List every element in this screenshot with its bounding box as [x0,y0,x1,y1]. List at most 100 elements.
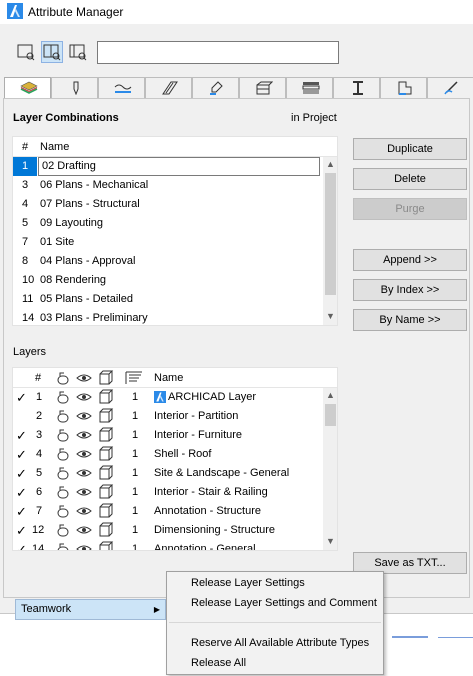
row-number: 7 [36,505,43,517]
list-item[interactable]: 11 05 Plans - Detailed [13,290,321,309]
table-row[interactable]: ✓ 5 1 Site & Landscape - General [13,464,321,483]
checkmark-icon[interactable]: ✓ [16,521,27,540]
pen-icon [73,81,79,95]
delete-button[interactable]: Delete [353,168,467,190]
intersection-group-value: 1 [132,505,139,517]
tab-composites[interactable] [286,77,333,98]
checkmark-icon[interactable]: ✓ [16,502,27,521]
tab-line-types[interactable] [98,77,145,98]
row-name-field[interactable]: 02 Drafting [38,157,320,176]
menu-item-release-layer-settings-comment[interactable]: Release Layer Settings and Comment [191,597,377,609]
mep-icon [444,81,458,95]
detail-view-icon [69,44,87,61]
wireframe-column-icon[interactable] [98,370,114,386]
layer-name: ARCHICAD Layer [168,391,257,403]
row-number: 14 [22,312,35,324]
layer-combinations-title: Layer Combinations [13,112,119,124]
table-row[interactable]: ✓ 14 1 Annotation - General [13,540,321,551]
tab-fills[interactable] [145,77,192,98]
row-number: 14 [32,543,45,551]
list-item[interactable]: 10 08 Rendering [13,271,321,290]
list-item[interactable]: 14 03 Plans - Preliminary [13,309,321,325]
column-header-number[interactable]: # [22,141,28,153]
row-number: 8 [22,255,29,267]
checkmark-icon[interactable]: ✓ [16,445,27,464]
list-item[interactable]: 5 09 Layouting [13,214,321,233]
append-button[interactable]: Append >> [353,249,467,271]
teamwork-context-menu: Release Layer Settings Release Layer Set… [166,571,384,675]
search-input[interactable] [97,41,339,64]
tab-layers[interactable] [4,77,51,99]
layer-name: Interior - Stair & Railing [154,486,268,498]
table-row[interactable]: 2 1 Interior - Partition [13,407,321,426]
scroll-down-arrow-icon[interactable]: ▼ [323,534,337,549]
table-row[interactable]: ✓ 12 1 Dimensioning - Structure [13,521,321,540]
layer-name: Interior - Partition [154,410,239,422]
detail-view-button[interactable] [67,41,89,63]
tab-profiles[interactable] [333,77,380,98]
tab-pens[interactable] [51,77,98,98]
tab-surfaces[interactable] [192,77,239,98]
row-name: 05 Plans - Detailed [40,293,133,305]
purge-button[interactable]: Purge [353,198,467,220]
scroll-down-arrow-icon[interactable]: ▼ [323,309,337,324]
split-view-button[interactable] [41,41,63,63]
table-row[interactable]: ✓ 1 1 ARCHICAD Layer [13,388,321,407]
tab-building-materials[interactable] [239,77,286,98]
checkmark-icon[interactable]: ✓ [16,426,27,445]
solid-model-icon[interactable] [98,541,114,550]
list-item[interactable]: 1 02 Drafting [13,157,321,176]
list-view-button[interactable] [15,41,37,63]
row-number: 3 [22,179,29,191]
composite-icon [302,82,320,94]
row-number: 12 [32,524,45,536]
layer-name: Shell - Roof [154,448,212,460]
scroll-up-arrow-icon[interactable]: ▲ [323,388,337,403]
intersection-group-value: 1 [132,410,139,422]
attribute-type-tabs [4,77,473,99]
background-line [392,636,428,638]
list-item[interactable]: 8 04 Plans - Approval [13,252,321,271]
menu-item-release-layer-settings[interactable]: Release Layer Settings [191,577,305,589]
list-item[interactable]: 7 01 Site [13,233,321,252]
checkmark-icon[interactable]: ✓ [16,540,27,550]
menu-item-reserve-all[interactable]: Reserve All Available Attribute Types [191,637,369,649]
layers-icon [20,81,38,94]
layers-scrollbar[interactable]: ▲ ▼ [323,388,337,550]
row-name: 03 Plans - Preliminary [40,312,148,324]
layer-name: Annotation - General [154,543,256,551]
table-row[interactable]: ✓ 6 1 Interior - Stair & Railing [13,483,321,502]
by-index-button[interactable]: By Index >> [353,279,467,301]
table-row[interactable]: ✓ 4 1 Shell - Roof [13,445,321,464]
eye-column-icon[interactable] [76,370,92,386]
checkmark-icon[interactable]: ✓ [16,483,27,502]
table-row[interactable]: ✓ 7 1 Annotation - Structure [13,502,321,521]
row-name: 08 Rendering [40,274,107,286]
intersection-group-column-icon[interactable] [124,370,144,386]
duplicate-button[interactable]: Duplicate [353,138,467,160]
checkmark-icon[interactable]: ✓ [16,388,27,407]
scroll-thumb[interactable] [325,404,336,426]
column-header-number[interactable]: # [35,372,41,384]
attribute-manager-window: Layer Combinations in Project # Name 1 02… [0,24,473,620]
list-item[interactable]: 4 07 Plans - Structural [13,195,321,214]
row-number: 7 [22,236,29,248]
checkmark-icon[interactable]: ✓ [16,464,27,483]
lock-column-icon[interactable] [55,370,71,386]
menu-item-release-all[interactable]: Release All [191,657,246,669]
tab-mep-systems[interactable] [427,77,473,98]
list-item[interactable]: 3 06 Plans - Mechanical [13,176,321,195]
column-header-name[interactable]: Name [40,141,69,153]
tab-zone-categories[interactable] [380,77,427,98]
by-name-button[interactable]: By Name >> [353,309,467,331]
table-row[interactable]: ✓ 3 1 Interior - Furniture [13,426,321,445]
lock-icon[interactable] [55,541,71,550]
combinations-scrollbar[interactable]: ▲ ▼ [323,157,337,325]
split-view-icon [43,44,61,61]
column-header-name[interactable]: Name [154,372,183,384]
teamwork-button[interactable]: Teamwork ▶ [15,599,166,620]
row-number: 4 [22,198,29,210]
eye-icon[interactable] [76,541,92,550]
scroll-thumb[interactable] [325,173,336,295]
scroll-up-arrow-icon[interactable]: ▲ [323,157,337,172]
